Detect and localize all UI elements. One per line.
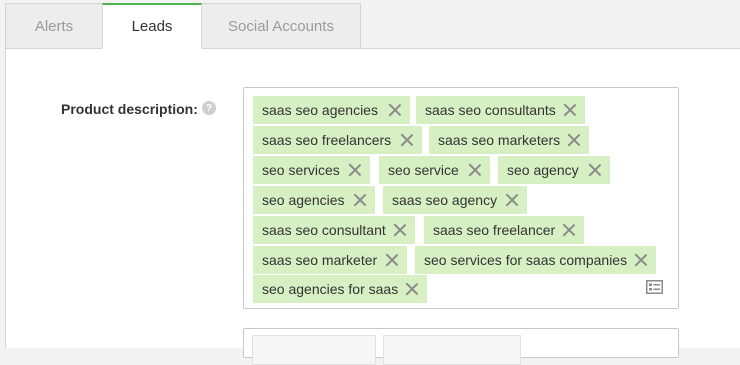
tag [383, 335, 521, 365]
tag-label: seo services for saas companies [424, 252, 628, 268]
remove-tag-icon[interactable] [353, 193, 367, 207]
tag-label: seo agencies for saas [262, 281, 399, 297]
tag-label: saas seo freelancers [262, 132, 392, 148]
tag: saas seo marketer [253, 246, 407, 274]
remove-tag-icon[interactable] [563, 103, 577, 117]
tag-label: saas seo marketer [262, 252, 378, 268]
tag: seo services [253, 156, 370, 184]
tag-label: saas seo agency [392, 192, 498, 208]
remove-tag-icon[interactable] [505, 193, 519, 207]
product-description-label: Product description: [61, 101, 198, 117]
remove-tag-icon[interactable] [348, 163, 362, 177]
remove-tag-icon[interactable] [567, 133, 581, 147]
remove-tag-icon[interactable] [388, 103, 402, 117]
tag: saas seo agency [383, 186, 527, 214]
tag-label: saas seo marketers [438, 132, 561, 148]
question-mark-icon[interactable]: ? [202, 101, 216, 115]
leads-panel: Product description: ? saas seo agencies… [5, 48, 740, 365]
tag-label: saas seo consultants [425, 102, 556, 118]
remove-tag-icon[interactable] [634, 253, 648, 267]
tag: saas seo marketers [429, 126, 589, 154]
tag [252, 335, 376, 365]
remove-tag-icon[interactable] [385, 253, 399, 267]
tag: saas seo freelancers [253, 126, 422, 154]
secondary-input-box[interactable] [243, 328, 679, 365]
tag: seo service [379, 156, 490, 184]
remove-tag-icon[interactable] [588, 163, 602, 177]
tag: seo agencies [253, 186, 375, 214]
remove-tag-icon[interactable] [405, 282, 419, 296]
remove-tag-icon[interactable] [393, 223, 407, 237]
tab-bar: Alerts Leads Social Accounts [5, 3, 361, 49]
tab-social-accounts[interactable]: Social Accounts [201, 3, 361, 49]
remove-tag-icon[interactable] [400, 133, 414, 147]
tag-label: seo agencies [262, 192, 345, 208]
tag: saas seo freelancer [424, 216, 584, 244]
tag: seo agencies for saas [253, 275, 427, 303]
tag: seo services for saas companies [415, 246, 656, 274]
tab-leads[interactable]: Leads [102, 3, 202, 49]
remove-tag-icon[interactable] [468, 163, 482, 177]
tag: saas seo consultants [416, 96, 585, 124]
tag: saas seo consultant [253, 216, 415, 244]
tag-label: saas seo agencies [262, 102, 378, 118]
tag-label: seo services [262, 162, 340, 178]
tag: saas seo agencies [253, 96, 410, 124]
list-view-icon[interactable] [646, 280, 663, 294]
tag-label: seo service [388, 162, 459, 178]
tag: seo agency [498, 156, 610, 184]
tag-label: saas seo consultant [262, 222, 386, 238]
product-description-tag-input[interactable]: saas seo agencies saas seo consultants s… [243, 87, 679, 309]
tag-label: seo agency [507, 162, 579, 178]
tag-label: saas seo freelancer [433, 222, 556, 238]
tab-alerts[interactable]: Alerts [5, 3, 103, 49]
remove-tag-icon[interactable] [562, 223, 576, 237]
